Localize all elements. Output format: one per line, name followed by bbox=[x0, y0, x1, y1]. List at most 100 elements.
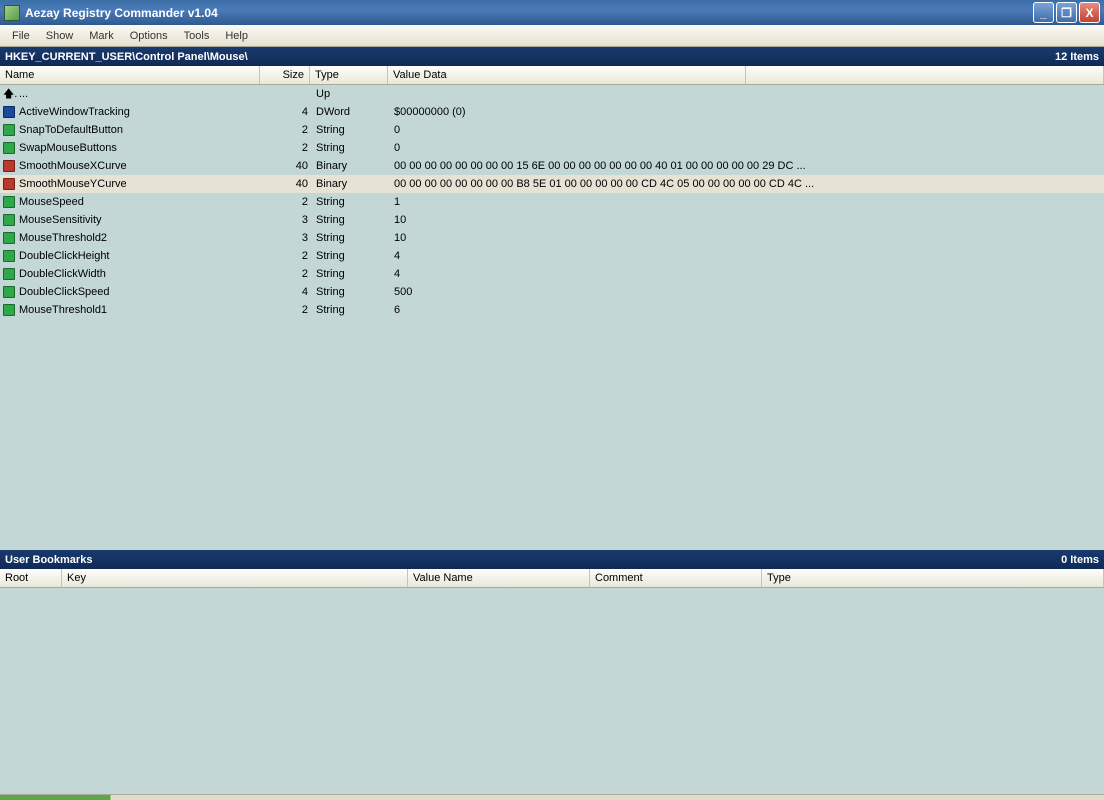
row-value: 0 bbox=[392, 142, 842, 154]
col-header-value[interactable]: Value Data bbox=[388, 66, 746, 84]
menubar: File Show Mark Options Tools Help bbox=[0, 25, 1104, 47]
row-type: DWord bbox=[314, 106, 392, 118]
up-folder-icon: 🡅. bbox=[3, 85, 19, 104]
row-name: MouseThreshold1 bbox=[19, 304, 264, 316]
string-value-icon bbox=[3, 250, 15, 262]
string-value-icon bbox=[3, 124, 15, 136]
statusbar bbox=[0, 794, 1104, 800]
row-size: 40 bbox=[264, 160, 314, 172]
registry-row[interactable]: MouseThreshold23String10 bbox=[0, 229, 1104, 247]
registry-row[interactable]: ActiveWindowTracking4DWord$00000000 (0) bbox=[0, 103, 1104, 121]
row-value: 10 bbox=[392, 232, 842, 244]
menu-mark[interactable]: Mark bbox=[81, 27, 121, 45]
registry-row[interactable]: SnapToDefaultButton2String0 bbox=[0, 121, 1104, 139]
string-value-icon bbox=[3, 196, 15, 208]
row-value: 1 bbox=[392, 196, 842, 208]
row-type: String bbox=[314, 250, 392, 262]
row-name: DoubleClickWidth bbox=[19, 268, 264, 280]
bm-col-key[interactable]: Key bbox=[62, 569, 408, 587]
row-type: Up bbox=[314, 88, 392, 100]
registry-row[interactable]: MouseThreshold12String6 bbox=[0, 301, 1104, 319]
registry-path: HKEY_CURRENT_USER\Control Panel\Mouse\ bbox=[5, 51, 248, 63]
item-count: 12 Items bbox=[1055, 51, 1099, 63]
row-value: 00 00 00 00 00 00 00 00 15 6E 00 00 00 0… bbox=[392, 160, 842, 172]
row-name: ... bbox=[19, 88, 264, 100]
bm-col-vname[interactable]: Value Name bbox=[408, 569, 590, 587]
row-name: SmoothMouseYCurve bbox=[19, 178, 264, 190]
bm-col-root[interactable]: Root bbox=[0, 569, 62, 587]
row-name: MouseThreshold2 bbox=[19, 232, 264, 244]
titlebar: Aezay Registry Commander v1.04 _ ❐ X bbox=[0, 0, 1104, 25]
row-size: 2 bbox=[264, 142, 314, 154]
row-size: 2 bbox=[264, 196, 314, 208]
registry-row[interactable]: DoubleClickWidth2String4 bbox=[0, 265, 1104, 283]
row-size: 4 bbox=[264, 286, 314, 298]
row-size: 4 bbox=[264, 106, 314, 118]
string-value-icon bbox=[3, 268, 15, 280]
row-type: String bbox=[314, 268, 392, 280]
row-size: 3 bbox=[264, 232, 314, 244]
registry-list[interactable]: 🡅....UpActiveWindowTracking4DWord$000000… bbox=[0, 85, 1104, 550]
row-value: 6 bbox=[392, 304, 842, 316]
registry-row[interactable]: SmoothMouseYCurve40Binary00 00 00 00 00 … bbox=[0, 175, 1104, 193]
binary-value-icon bbox=[3, 160, 15, 172]
string-value-icon bbox=[3, 232, 15, 244]
menu-help[interactable]: Help bbox=[217, 27, 256, 45]
maximize-button[interactable]: ❐ bbox=[1056, 2, 1077, 23]
row-name: SwapMouseButtons bbox=[19, 142, 264, 154]
registry-row[interactable]: MouseSpeed2String1 bbox=[0, 193, 1104, 211]
row-name: ActiveWindowTracking bbox=[19, 106, 264, 118]
row-name: DoubleClickSpeed bbox=[19, 286, 264, 298]
string-value-icon bbox=[3, 214, 15, 226]
bm-col-comment[interactable]: Comment bbox=[590, 569, 762, 587]
bookmarks-bar: User Bookmarks 0 Items bbox=[0, 550, 1104, 569]
row-name: SnapToDefaultButton bbox=[19, 124, 264, 136]
row-value: 4 bbox=[392, 268, 842, 280]
column-headers: Name Size Type Value Data bbox=[0, 66, 1104, 85]
registry-row[interactable]: SwapMouseButtons2String0 bbox=[0, 139, 1104, 157]
registry-row[interactable]: DoubleClickSpeed4String500 bbox=[0, 283, 1104, 301]
binary-value-icon bbox=[3, 178, 15, 190]
row-size: 2 bbox=[264, 124, 314, 136]
row-value: $00000000 (0) bbox=[392, 106, 842, 118]
row-type: String bbox=[314, 232, 392, 244]
row-type: Binary bbox=[314, 178, 392, 190]
row-value: 10 bbox=[392, 214, 842, 226]
string-value-icon bbox=[3, 286, 15, 298]
row-type: String bbox=[314, 124, 392, 136]
bookmarks-columns: Root Key Value Name Comment Type bbox=[0, 569, 1104, 588]
row-size: 2 bbox=[264, 250, 314, 262]
string-value-icon bbox=[3, 304, 15, 316]
row-size: 3 bbox=[264, 214, 314, 226]
col-header-type[interactable]: Type bbox=[310, 66, 388, 84]
path-bar: HKEY_CURRENT_USER\Control Panel\Mouse\ 1… bbox=[0, 47, 1104, 66]
registry-row[interactable]: SmoothMouseXCurve40Binary00 00 00 00 00 … bbox=[0, 157, 1104, 175]
minimize-button[interactable]: _ bbox=[1033, 2, 1054, 23]
row-type: String bbox=[314, 286, 392, 298]
close-button[interactable]: X bbox=[1079, 2, 1100, 23]
row-type: String bbox=[314, 304, 392, 316]
registry-row[interactable]: MouseSensitivity3String10 bbox=[0, 211, 1104, 229]
row-type: Binary bbox=[314, 160, 392, 172]
row-name: SmoothMouseXCurve bbox=[19, 160, 264, 172]
bm-col-type[interactable]: Type bbox=[762, 569, 1104, 587]
registry-row[interactable]: DoubleClickHeight2String4 bbox=[0, 247, 1104, 265]
menu-show[interactable]: Show bbox=[38, 27, 82, 45]
menu-file[interactable]: File bbox=[4, 27, 38, 45]
row-value: 4 bbox=[392, 250, 842, 262]
window-buttons: _ ❐ X bbox=[1033, 2, 1100, 23]
row-name: DoubleClickHeight bbox=[19, 250, 264, 262]
row-size: 2 bbox=[264, 268, 314, 280]
app-icon bbox=[4, 5, 20, 21]
menu-options[interactable]: Options bbox=[122, 27, 176, 45]
bookmarks-list[interactable] bbox=[0, 588, 1104, 794]
col-header-name[interactable]: Name bbox=[0, 66, 260, 84]
bookmarks-title: User Bookmarks bbox=[5, 554, 92, 566]
dword-value-icon bbox=[3, 106, 15, 118]
menu-tools[interactable]: Tools bbox=[176, 27, 218, 45]
row-value: 500 bbox=[392, 286, 842, 298]
registry-row[interactable]: 🡅.... Up bbox=[0, 85, 1104, 103]
col-header-size[interactable]: Size bbox=[260, 66, 310, 84]
bookmarks-count: 0 Items bbox=[1061, 554, 1099, 566]
row-type: String bbox=[314, 142, 392, 154]
